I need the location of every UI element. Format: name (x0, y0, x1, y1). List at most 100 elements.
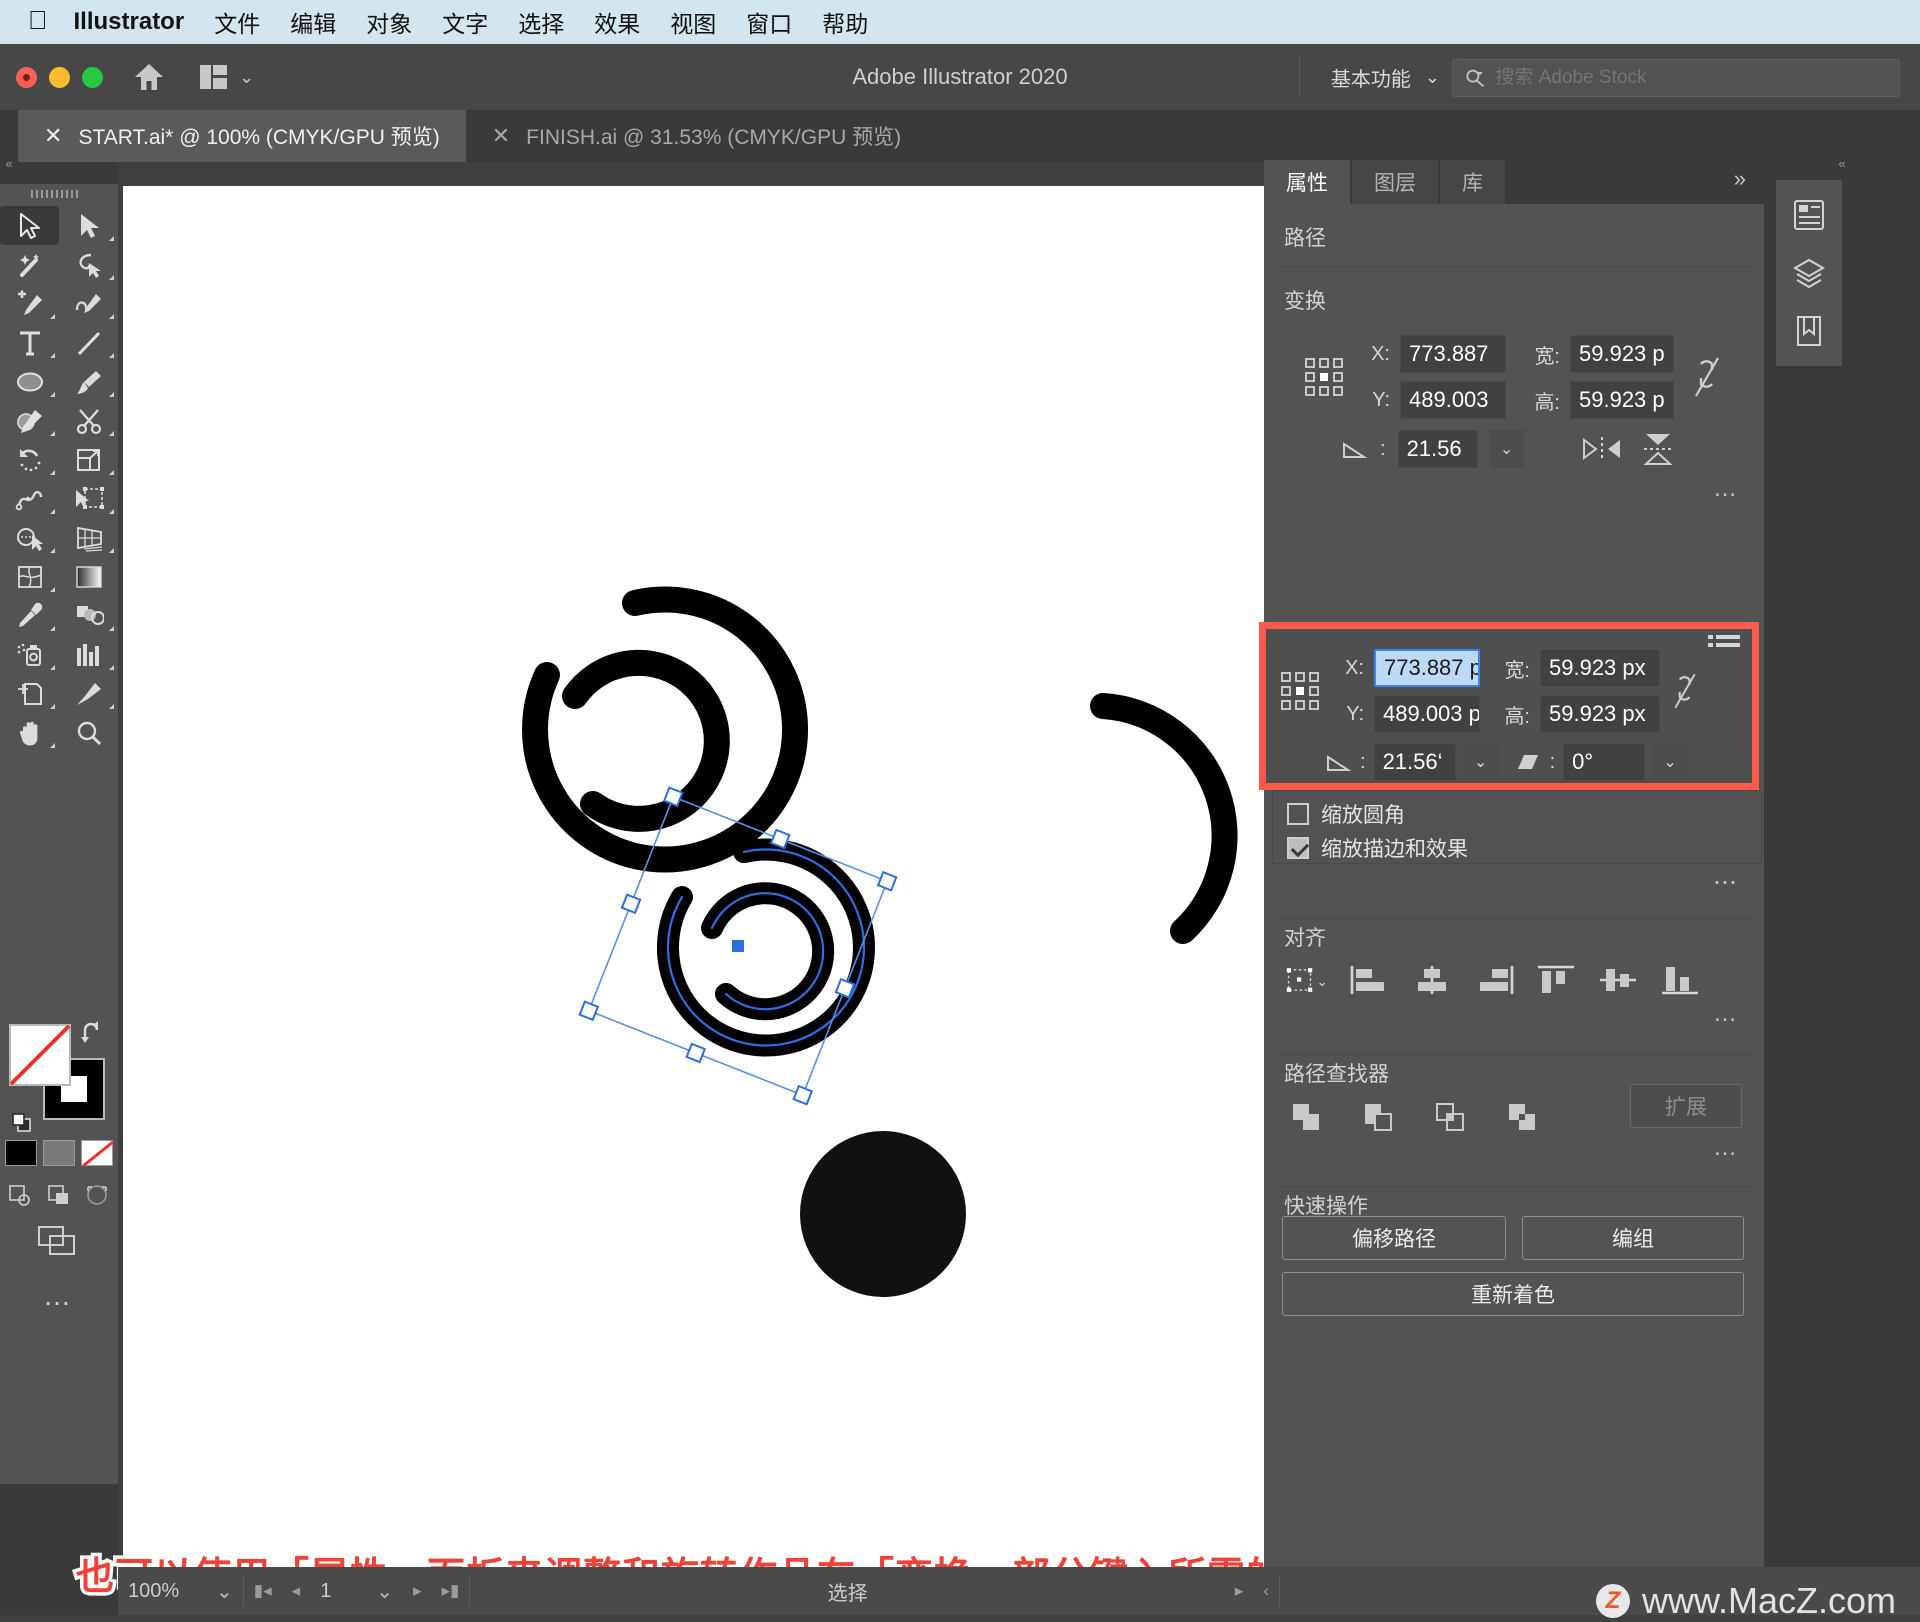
minimize-window-button[interactable] (49, 66, 70, 88)
collapse-panel-icon[interactable]: « (0, 152, 18, 171)
panel-menu-icon[interactable] (1708, 633, 1742, 655)
shear-input[interactable]: 0° (1563, 743, 1646, 781)
slice-tool[interactable] (59, 674, 118, 713)
menu-item-object[interactable]: 对象 (366, 5, 412, 39)
document-tab-start[interactable]: ✕ START.ai* @ 100% (CMYK/GPU 预览) (18, 110, 466, 162)
maximize-window-button[interactable] (82, 66, 103, 88)
menu-item-type[interactable]: 文字 (442, 5, 488, 39)
color-swatch-black[interactable] (5, 1140, 37, 1166)
menu-item-edit[interactable]: 编辑 (290, 5, 336, 39)
exclude-icon[interactable] (1502, 1098, 1546, 1138)
page-number-field[interactable]: 1 (310, 1567, 366, 1615)
screen-mode-icon[interactable] (0, 1224, 118, 1258)
mesh-tool[interactable] (0, 557, 59, 596)
x-input-focused[interactable]: 773.887 p (1374, 649, 1480, 687)
selection-tool[interactable] (0, 206, 59, 245)
default-fill-stroke-icon[interactable] (11, 1112, 35, 1139)
scissors-tool[interactable] (59, 401, 118, 440)
libraries-panel-icon[interactable] (1776, 302, 1842, 360)
stock-search-field[interactable] (1452, 59, 1900, 97)
draw-normal-icon[interactable] (5, 1180, 35, 1210)
height-input[interactable]: 59.923 p (1570, 381, 1674, 419)
chevron-down-icon[interactable]: ⌄ (1425, 67, 1440, 88)
group-button[interactable]: 编组 (1522, 1216, 1744, 1260)
tab-libraries[interactable]: 库 (1440, 160, 1505, 204)
link-broken-icon[interactable] (1670, 667, 1700, 715)
first-page-icon[interactable]: ▮◂ (244, 1567, 282, 1615)
width-input[interactable]: 59.923 px (1540, 649, 1660, 687)
rotate-tool[interactable] (0, 440, 59, 479)
free-transform-tool[interactable] (59, 479, 118, 518)
shaper-tool[interactable] (0, 401, 59, 440)
more-tools-button[interactable]: … (0, 1280, 118, 1312)
line-segment-tool[interactable] (59, 323, 118, 362)
chevron-down-icon[interactable]: ⌄ (206, 1567, 243, 1615)
align-bottom-icon[interactable] (1658, 960, 1702, 1000)
reference-point-grid-icon[interactable] (1280, 671, 1320, 711)
pathfinder-more-options[interactable]: … (1264, 1134, 1764, 1162)
align-right-icon[interactable] (1472, 960, 1516, 1000)
color-swatch-gradient[interactable] (43, 1140, 75, 1166)
zoom-tool[interactable] (59, 713, 118, 752)
y-input[interactable]: 489.003 (1400, 381, 1506, 419)
angle-input[interactable]: 21.56‘ (1373, 743, 1456, 781)
blend-tool[interactable] (59, 596, 118, 635)
symbol-sprayer-tool[interactable] (0, 635, 59, 674)
canvas-area[interactable] (118, 162, 1264, 1567)
close-icon[interactable]: ✕ (44, 125, 62, 147)
transform-more-options[interactable]: … (1264, 475, 1764, 503)
tab-properties[interactable]: 属性 (1264, 160, 1350, 204)
draw-inside-icon[interactable] (83, 1180, 113, 1210)
tab-layers[interactable]: 图层 (1352, 160, 1438, 204)
align-horizontal-center-icon[interactable] (1410, 960, 1454, 1000)
menu-item-file[interactable]: 文件 (214, 5, 260, 39)
hand-tool[interactable] (0, 713, 59, 752)
menu-item-help[interactable]: 帮助 (822, 5, 868, 39)
type-tool[interactable] (0, 323, 59, 362)
height-input[interactable]: 59.923 px (1540, 695, 1660, 733)
workspace-switcher[interactable]: 基本功能 ⌄ (1331, 63, 1440, 92)
align-vertical-center-icon[interactable] (1596, 960, 1640, 1000)
flip-horizontal-icon[interactable] (1580, 429, 1624, 469)
minus-front-icon[interactable] (1358, 1098, 1402, 1138)
align-top-icon[interactable] (1534, 960, 1578, 1000)
shear-dropdown[interactable]: ⌄ (1653, 743, 1688, 781)
angle-dropdown[interactable]: ⌄ (1463, 743, 1498, 781)
close-window-button[interactable] (16, 66, 37, 88)
curvature-tool[interactable] (59, 284, 118, 323)
link-broken-icon[interactable] (1690, 352, 1724, 402)
fill-swatch[interactable] (9, 1024, 71, 1086)
shape-builder-tool[interactable] (0, 518, 59, 557)
document-tab-finish[interactable]: ✕ FINISH.ai @ 31.53% (CMYK/GPU 预览) (466, 110, 927, 162)
transform-extra-options[interactable]: ⋯ (1264, 868, 1764, 897)
scale-strokes-row[interactable]: 缩放描边和效果 (1287, 831, 1761, 865)
align-to-selection-icon[interactable]: ⌄ (1286, 960, 1330, 1000)
menu-item-effect[interactable]: 效果 (594, 5, 640, 39)
y-input[interactable]: 489.003 p (1374, 695, 1480, 733)
expand-panels-icon[interactable]: » (1734, 166, 1746, 192)
expand-button[interactable]: 扩展 (1630, 1084, 1742, 1128)
align-left-icon[interactable] (1348, 960, 1392, 1000)
reference-point-grid-icon[interactable] (1304, 357, 1344, 397)
angle-input[interactable]: 21.56 (1397, 430, 1478, 468)
eyedropper-tool[interactable] (0, 596, 59, 635)
menu-item-view[interactable]: 视图 (670, 5, 716, 39)
toolbar-grip[interactable] (0, 184, 118, 206)
flip-vertical-icon[interactable] (1636, 429, 1680, 469)
direct-selection-tool[interactable] (59, 206, 118, 245)
magic-wand-tool[interactable] (0, 245, 59, 284)
width-tool[interactable] (0, 479, 59, 518)
arrange-documents-icon[interactable]: ⌄ (199, 64, 254, 90)
menu-item-window[interactable]: 窗口 (746, 5, 792, 39)
recolor-button[interactable]: 重新着色 (1282, 1272, 1744, 1316)
lasso-tool[interactable] (59, 245, 118, 284)
perspective-grid-tool[interactable] (59, 518, 118, 557)
artboard-tool[interactable] (0, 674, 59, 713)
swap-fill-stroke-icon[interactable] (81, 1020, 107, 1049)
scale-tool[interactable] (59, 440, 118, 479)
home-icon[interactable] (129, 57, 169, 97)
chevron-down-icon[interactable]: ⌄ (366, 1567, 403, 1615)
play-icon[interactable]: ▸ (1225, 1567, 1254, 1615)
gradient-tool[interactable] (59, 557, 118, 596)
menu-item-select[interactable]: 选择 (518, 5, 564, 39)
